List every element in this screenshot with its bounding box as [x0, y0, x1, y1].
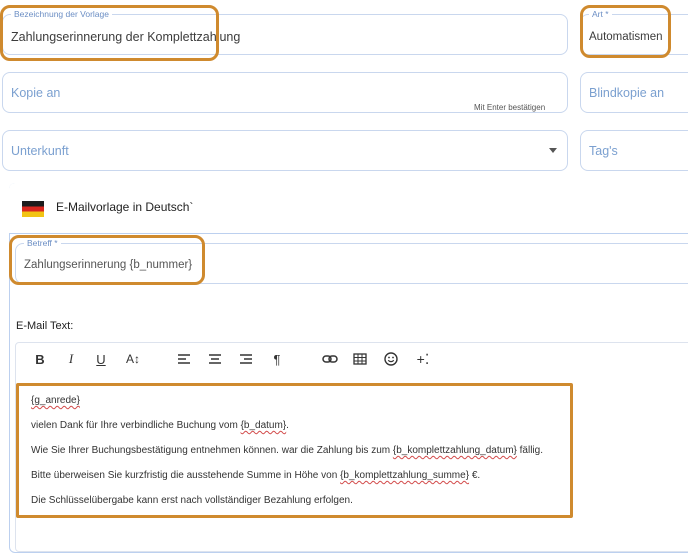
- insert-placeholder-icon[interactable]: +⁚: [411, 349, 435, 369]
- tags-field[interactable]: Tag's: [580, 130, 688, 171]
- template-name-field[interactable]: Bezeichnung der Vorlage Zahlungserinneru…: [2, 9, 568, 55]
- body-text-amount: Bitte überweisen Sie kurzfristig die aus…: [31, 470, 341, 481]
- body-var-amount: {b_komplettzahlung_summe}: [340, 470, 470, 481]
- align-center-icon[interactable]: [203, 349, 227, 369]
- bold-button[interactable]: B: [28, 349, 52, 369]
- template-name-label: Bezeichnung der Vorlage: [11, 9, 112, 20]
- type-select[interactable]: Art * Automatismen: [580, 9, 688, 55]
- emoji-icon[interactable]: [379, 349, 403, 369]
- link-icon[interactable]: [318, 349, 342, 369]
- body-line-thanks: vielen Dank für Ihre verbindliche Buchun…: [31, 420, 289, 431]
- table-icon[interactable]: [348, 349, 372, 369]
- paragraph-format-icon[interactable]: ¶: [265, 349, 289, 369]
- type-label: Art *: [589, 9, 612, 20]
- dropdown-arrow-icon[interactable]: [549, 148, 557, 153]
- subject-label: Betreff *: [24, 238, 61, 249]
- body-text-thanks: vielen Dank für Ihre verbindliche Buchun…: [31, 420, 241, 431]
- align-right-icon[interactable]: [234, 349, 258, 369]
- align-left-icon[interactable]: [172, 349, 196, 369]
- body-var-greeting: {g_anrede}: [31, 395, 80, 406]
- bcc-field[interactable]: Blindkopie an: [580, 72, 688, 113]
- body-text-thanks-end: .: [286, 420, 289, 431]
- accommodation-select[interactable]: Unterkunft: [2, 130, 568, 171]
- accommodation-placeholder: Unterkunft: [11, 144, 69, 158]
- body-line-greeting: {g_anrede}: [31, 395, 80, 406]
- cc-field[interactable]: Kopie an Mit Enter bestätigen: [2, 72, 568, 113]
- cc-placeholder: Kopie an: [11, 86, 61, 100]
- body-text-due-end: fällig.: [516, 445, 543, 456]
- language-title: E-Mailvorlage in Deutsch`: [56, 200, 194, 214]
- body-line-due: Wie Sie Ihrer Buchungsbestätigung entneh…: [31, 445, 543, 456]
- body-text-due: Wie Sie Ihrer Buchungsbestätigung entneh…: [31, 445, 393, 456]
- email-body-label: E-Mail Text:: [16, 320, 74, 332]
- body-text-amount-end: €.: [469, 470, 481, 481]
- body-line-keys: Die Schlüsselübergabe kann erst nach vol…: [31, 495, 353, 506]
- bcc-placeholder: Blindkopie an: [589, 86, 665, 100]
- subject-value: Zahlungserinnerung {b_nummer}: [24, 259, 193, 271]
- italic-button[interactable]: I: [59, 349, 83, 369]
- body-var-booking-date: {b_datum}: [240, 420, 287, 431]
- body-var-due-date: {b_komplettzahlung_datum}: [392, 445, 517, 456]
- underline-button[interactable]: U: [89, 349, 113, 369]
- german-flag-icon: [22, 201, 44, 217]
- editor-toolbar: B I U A↕ ¶ +⁚: [15, 349, 688, 371]
- subject-field[interactable]: Betreff * Zahlungserinnerung {b_nummer}: [15, 238, 688, 284]
- type-value: Automatismen: [589, 31, 663, 43]
- body-line-amount: Bitte überweisen Sie kurzfristig die aus…: [31, 470, 480, 481]
- template-name-value: Zahlungserinnerung der Komplettzahlung: [11, 30, 241, 44]
- language-header[interactable]: E-Mailvorlage in Deutsch`: [9, 183, 688, 234]
- cc-hint: Mit Enter bestätigen: [474, 103, 546, 112]
- tags-placeholder: Tag's: [589, 144, 618, 158]
- font-size-button[interactable]: A↕: [121, 349, 145, 369]
